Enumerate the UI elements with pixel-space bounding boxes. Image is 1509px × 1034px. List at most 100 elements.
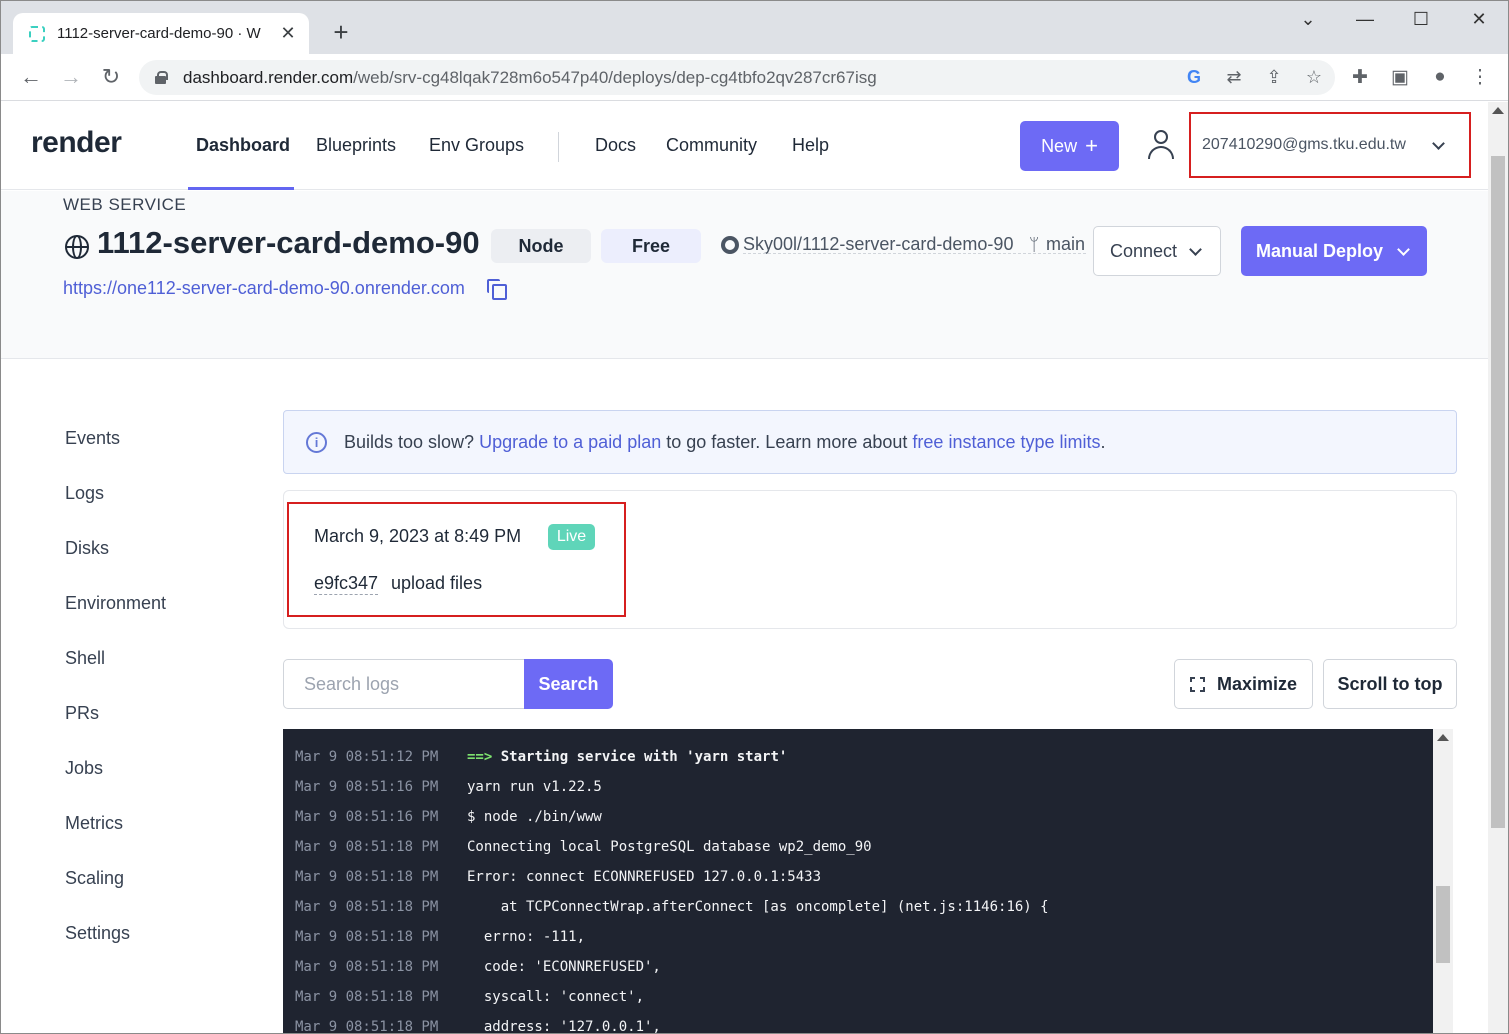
log-timestamp: Mar 9 08:51:18 PM bbox=[295, 1019, 439, 1034]
copy-icon[interactable] bbox=[487, 279, 507, 300]
nav-env-groups[interactable]: Env Groups bbox=[429, 135, 524, 156]
app-header: render Dashboard Blueprints Env Groups D… bbox=[1, 102, 1488, 190]
translate-icon[interactable]: ⇄ bbox=[1223, 66, 1245, 88]
branch-name[interactable]: main bbox=[1046, 234, 1085, 255]
log-text: at TCPConnectWrap.afterConnect [as oncom… bbox=[467, 899, 1049, 915]
banner-middle: to go faster. Learn more about bbox=[666, 431, 908, 452]
browser-window: 1112-server-card-demo-90 · W ✕ + ⌄ — ☐ ✕… bbox=[0, 0, 1509, 1034]
nav-help[interactable]: Help bbox=[792, 135, 829, 156]
browser-toolbar: ← → ↻ dashboard.render.com/web/srv-cg48l… bbox=[1, 54, 1508, 101]
banner-suffix: . bbox=[1100, 431, 1106, 452]
nav-dashboard[interactable]: Dashboard bbox=[196, 135, 290, 156]
forward-arrow-icon[interactable]: → bbox=[57, 64, 85, 90]
service-url-link[interactable]: https://one112-server-card-demo-90.onren… bbox=[63, 278, 465, 299]
info-icon: i bbox=[306, 431, 327, 453]
extensions-icon[interactable]: ✚ bbox=[1348, 66, 1372, 89]
chevron-down-icon bbox=[1432, 136, 1445, 150]
sidebar-item-disks[interactable]: Disks bbox=[65, 538, 109, 559]
branch-icon: ᛘ bbox=[1029, 235, 1040, 254]
browser-menu-icon[interactable]: ⋮ bbox=[1468, 66, 1492, 89]
instance-limits-link[interactable]: free instance type limits bbox=[912, 432, 1100, 453]
sidebar-item-logs[interactable]: Logs bbox=[65, 483, 104, 504]
active-nav-indicator bbox=[188, 187, 294, 190]
upgrade-plan-link[interactable]: Upgrade to a paid plan bbox=[479, 432, 661, 453]
nav-community[interactable]: Community bbox=[666, 135, 757, 156]
log-text: errno: -111, bbox=[467, 929, 586, 945]
minimize-button[interactable]: — bbox=[1345, 9, 1385, 30]
user-icon[interactable] bbox=[1145, 128, 1177, 162]
info-banner: i Builds too slow? Upgrade to a paid pla… bbox=[283, 410, 1457, 474]
log-message: $ node ./bin/www bbox=[467, 809, 602, 825]
highlight-box bbox=[287, 502, 626, 617]
log-text: code: 'ECONNREFUSED', bbox=[467, 959, 661, 975]
log-text: yarn run v1.22.5 bbox=[467, 779, 602, 795]
maximize-icon bbox=[1189, 676, 1205, 692]
sidebar-item-prs[interactable]: PRs bbox=[65, 703, 99, 724]
account-menu[interactable]: 207410290@gms.tku.edu.tw bbox=[1189, 112, 1471, 178]
page-scrollbar-thumb[interactable] bbox=[1491, 156, 1505, 828]
log-arrow: ==> bbox=[467, 749, 493, 765]
log-message: Error: connect ECONNREFUSED 127.0.0.1:54… bbox=[467, 869, 821, 885]
scroll-up-arrow-icon[interactable] bbox=[1437, 734, 1449, 741]
new-button-label: New bbox=[1041, 135, 1078, 156]
close-window-button[interactable]: ✕ bbox=[1459, 9, 1499, 30]
connect-button[interactable]: Connect bbox=[1093, 226, 1221, 276]
manual-deploy-label: Manual Deploy bbox=[1256, 240, 1384, 261]
sidebar-item-metrics[interactable]: Metrics bbox=[65, 813, 123, 834]
sidebar-item-jobs[interactable]: Jobs bbox=[65, 758, 103, 779]
log-text: address: '127.0.0.1', bbox=[467, 1019, 661, 1034]
log-timestamp: Mar 9 08:51:18 PM bbox=[295, 899, 439, 915]
new-tab-button[interactable]: + bbox=[327, 17, 355, 47]
chevron-down-icon bbox=[1397, 242, 1410, 256]
service-type-label: WEB SERVICE bbox=[63, 195, 187, 214]
back-arrow-icon[interactable]: ← bbox=[17, 64, 45, 90]
scroll-to-top-button[interactable]: Scroll to top bbox=[1323, 659, 1457, 709]
search-button[interactable]: Search bbox=[524, 659, 613, 709]
reload-icon[interactable]: ↻ bbox=[97, 64, 125, 90]
log-text: Error: connect ECONNREFUSED 127.0.0.1:54… bbox=[467, 869, 822, 885]
sidebar-item-scaling[interactable]: Scaling bbox=[65, 868, 124, 889]
close-tab-icon[interactable]: ✕ bbox=[277, 23, 299, 44]
address-bar[interactable]: dashboard.render.com/web/srv-cg48lqak728… bbox=[139, 60, 1335, 95]
sidebar-item-shell[interactable]: Shell bbox=[65, 648, 105, 669]
profile-icon[interactable]: ● bbox=[1428, 66, 1452, 88]
log-text: Connecting local PostgreSQL database wp2… bbox=[467, 839, 872, 855]
log-message: at TCPConnectWrap.afterConnect [as oncom… bbox=[467, 899, 1049, 915]
log-timestamp: Mar 9 08:51:18 PM bbox=[295, 839, 439, 855]
repo-link[interactable]: Sky00l/1112-server-card-demo-90 bbox=[743, 234, 1013, 255]
nav-divider bbox=[558, 132, 559, 162]
log-scrollbar[interactable] bbox=[1433, 729, 1453, 1033]
share-icon[interactable]: ⇪ bbox=[1263, 66, 1285, 88]
tab-search-icon[interactable]: ⌄ bbox=[1288, 9, 1328, 30]
manual-deploy-button[interactable]: Manual Deploy bbox=[1241, 226, 1427, 276]
chevron-down-icon bbox=[1189, 242, 1202, 256]
maximize-button[interactable]: Maximize bbox=[1174, 659, 1313, 709]
browser-tab[interactable]: 1112-server-card-demo-90 · W ✕ bbox=[13, 13, 309, 54]
search-logs-input[interactable] bbox=[283, 659, 525, 709]
sidebar-item-events[interactable]: Events bbox=[65, 428, 120, 449]
log-message: syscall: 'connect', bbox=[467, 989, 644, 1005]
log-scrollbar-thumb[interactable] bbox=[1436, 886, 1450, 963]
log-console[interactable]: Mar 9 08:51:12 PM ==> Starting service wi… bbox=[283, 729, 1453, 1034]
google-icon[interactable]: G bbox=[1183, 66, 1205, 88]
scroll-up-arrow-icon[interactable] bbox=[1492, 107, 1504, 114]
maximize-window-button[interactable]: ☐ bbox=[1401, 9, 1441, 30]
sidebar-item-environment[interactable]: Environment bbox=[65, 593, 166, 614]
nav-blueprints[interactable]: Blueprints bbox=[316, 135, 396, 156]
plus-icon: + bbox=[1085, 133, 1098, 158]
render-logo[interactable]: render bbox=[31, 126, 122, 160]
log-message: ==> Starting service with 'yarn start' bbox=[467, 749, 787, 765]
side-panel-icon[interactable]: ▣ bbox=[1388, 66, 1412, 89]
favicon-icon bbox=[29, 25, 45, 42]
new-button[interactable]: New + bbox=[1020, 121, 1119, 171]
commit-hash-link[interactable]: e9fc347 bbox=[314, 573, 379, 595]
url-host: dashboard.render.com bbox=[183, 67, 354, 87]
sidebar-item-settings[interactable]: Settings bbox=[65, 923, 130, 944]
log-text: $ node ./bin/www bbox=[467, 809, 602, 825]
log-message: errno: -111, bbox=[467, 929, 585, 945]
log-message: address: '127.0.0.1', bbox=[467, 1019, 661, 1034]
log-message: Connecting local PostgreSQL database wp2… bbox=[467, 839, 872, 855]
connect-label: Connect bbox=[1110, 240, 1178, 261]
nav-docs[interactable]: Docs bbox=[595, 135, 636, 156]
bookmark-star-icon[interactable]: ☆ bbox=[1303, 66, 1325, 88]
